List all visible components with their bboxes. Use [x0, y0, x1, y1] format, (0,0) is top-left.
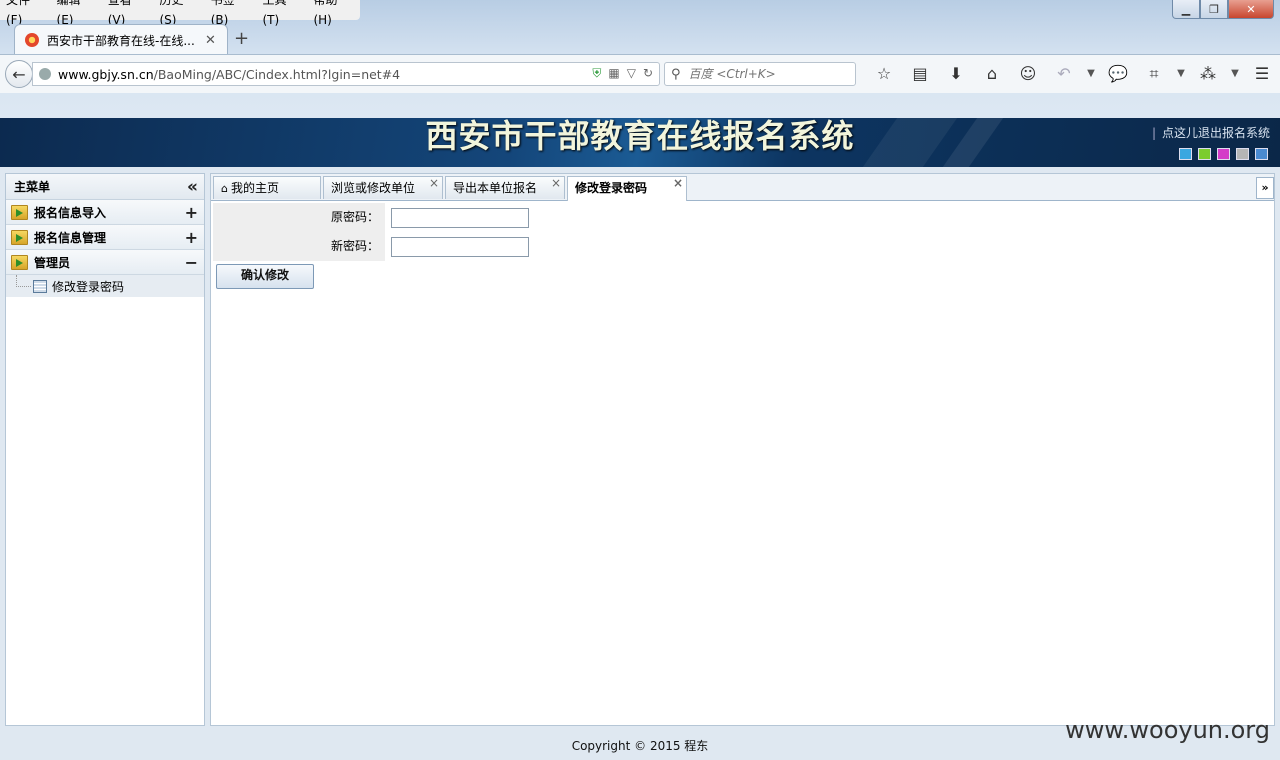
expand-plus-icon[interactable]: + [185, 228, 198, 247]
new-password-label: 新密码： [213, 232, 385, 261]
close-tab-icon[interactable]: × [673, 172, 683, 194]
tab-label: 修改登录密码 [575, 181, 648, 195]
translate-dropdown-icon[interactable]: ▼ [1226, 64, 1244, 84]
collapse-minus-icon[interactable]: − [185, 253, 198, 272]
close-tab-icon[interactable]: × [551, 172, 561, 194]
maximize-icon[interactable]: ❐ [1200, 0, 1228, 19]
url-text[interactable]: www.gbjy.sn.cn/BaoMing/ABC/Cindex.html?l… [58, 67, 400, 82]
form-cell [385, 232, 531, 261]
crop-icon[interactable]: ⌗ [1136, 64, 1172, 84]
browser-menubar: 文件(F) 编辑(E) 查看(V) 历史(S) 书签(B) 工具(T) 帮助(H… [0, 0, 360, 27]
main-content: ⌂ 我的主页 浏览或修改单位 × 导出本单位报名 × 修改登录密码 × » 原密码… [210, 173, 1275, 726]
password-form: 原密码： 新密码： [213, 203, 531, 261]
browser-tab-active[interactable]: 西安市干部教育在线-在线... ✕ [14, 24, 228, 55]
form-row-new-password: 新密码： [213, 232, 531, 261]
site-header: 西安市干部教育在线报名系统 | 点这儿退出报名系统 [0, 118, 1280, 167]
sidebar-item-change-password[interactable]: 修改登录密码 [6, 275, 204, 297]
tree-connector [16, 275, 31, 287]
globe-icon [39, 68, 51, 80]
close-tab-icon[interactable]: ✕ [205, 33, 216, 48]
minimize-icon[interactable]: ▁ [1172, 0, 1200, 19]
folder-arrow-icon [11, 254, 28, 270]
close-tab-icon[interactable]: × [429, 172, 439, 194]
sidebar-group-label: 报名信息管理 [34, 230, 107, 245]
bookmark-star-icon[interactable]: ☆ [866, 64, 902, 84]
reload-icon[interactable]: ↻ [643, 66, 653, 81]
old-password-input[interactable] [391, 207, 529, 228]
folder-arrow-icon [11, 204, 28, 220]
search-bar[interactable]: ⚲ [664, 62, 856, 86]
confirm-change-button[interactable]: 确认修改 [216, 264, 314, 289]
crop-dropdown-icon[interactable]: ▼ [1172, 64, 1190, 84]
search-icon: ⚲ [671, 66, 681, 82]
site-favicon-icon [25, 33, 39, 47]
tabs-dropdown-icon[interactable]: » [1256, 177, 1274, 199]
download-icon[interactable]: ⬇ [938, 64, 974, 84]
url-bar[interactable]: www.gbjy.sn.cn/BaoMing/ABC/Cindex.html?l… [32, 62, 660, 86]
separator: | [1151, 126, 1156, 140]
hamburger-menu-icon[interactable]: ☰ [1244, 64, 1280, 84]
tab-export[interactable]: 导出本单位报名 × [445, 176, 565, 199]
tab-label: 我的主页 [230, 181, 279, 195]
url-host: www.gbjy.sn.cn [58, 66, 154, 82]
logout-link[interactable]: 点这儿退出报名系统 [1162, 126, 1270, 140]
sidebar-group-import[interactable]: 报名信息导入 + [6, 200, 204, 225]
window-controls: ▁ ❐ ✕ [1172, 0, 1274, 19]
home-icon[interactable]: ⌂ [974, 64, 1010, 84]
undo-icon[interactable]: ↶ [1046, 64, 1082, 84]
browser-tabbar: 西安市干部教育在线-在线... ✕ + [0, 24, 1280, 55]
tab-home[interactable]: ⌂ 我的主页 [213, 176, 321, 199]
search-input[interactable] [686, 66, 841, 82]
tab-label: 浏览或修改单位 [331, 181, 416, 195]
theme-swatch-pink[interactable] [1217, 148, 1230, 160]
sidebar-group-label: 报名信息导入 [34, 205, 107, 220]
logout-link-wrap: | 点这儿退出报名系统 [1152, 124, 1270, 141]
form-cell [385, 203, 531, 232]
collapse-double-left-icon[interactable]: « [187, 178, 198, 195]
tab-label: 导出本单位报名 [453, 181, 538, 195]
sidebar-item-label: 修改登录密码 [52, 279, 125, 294]
sidebar-title: 主菜单 [14, 180, 51, 194]
content-tabs: ⌂ 我的主页 浏览或修改单位 × 导出本单位报名 × 修改登录密码 × » [211, 174, 1274, 201]
chat-bubble-icon[interactable]: 💬 [1100, 64, 1136, 84]
sidebar-group-label: 管理员 [34, 255, 71, 270]
url-path: /BaoMing/ABC/Cindex.html?lgin=net#4 [153, 66, 401, 82]
home-icon: ⌂ [221, 182, 228, 195]
close-window-icon[interactable]: ✕ [1228, 0, 1274, 19]
tab-change-password[interactable]: 修改登录密码 × [567, 176, 687, 201]
browser-tab-title: 西安市干部教育在线-在线... [47, 33, 195, 48]
new-password-input[interactable] [391, 236, 529, 257]
sidebar-header: 主菜单 « [6, 174, 204, 200]
expand-plus-icon[interactable]: + [185, 203, 198, 222]
shield-icon[interactable]: ⛨ [592, 66, 601, 81]
folder-arrow-icon [11, 229, 28, 245]
back-arrow-icon[interactable]: ← [5, 60, 33, 88]
page-title: 西安市干部教育在线报名系统 [425, 118, 855, 155]
grid-table-icon [33, 279, 47, 293]
browser-navbar: ← www.gbjy.sn.cn/BaoMing/ABC/Cindex.html… [0, 54, 1280, 93]
theme-switcher [1179, 148, 1268, 160]
dropdown-arrow-icon[interactable]: ▽ [627, 66, 636, 81]
smiley-icon[interactable]: ☺ [1010, 64, 1046, 84]
reading-list-icon[interactable]: ▤ [902, 64, 938, 84]
sidebar: 主菜单 « 报名信息导入 + 报名信息管理 + 管理员 − 修改登录密码 [5, 173, 205, 726]
undo-dropdown-icon[interactable]: ▼ [1082, 64, 1100, 84]
qr-code-icon[interactable]: ▦ [608, 66, 619, 81]
browser-toolbar: ☆ ▤ ⬇ ⌂ ☺ ↶ ▼ 💬 ⌗ ▼ ⁂ ▼ ☰ [866, 64, 1280, 84]
watermark: www.wooyun.org [1065, 716, 1270, 744]
theme-swatch-chart[interactable] [1255, 148, 1268, 160]
new-tab-icon[interactable]: + [234, 28, 249, 49]
sidebar-group-admin[interactable]: 管理员 − [6, 250, 204, 275]
theme-swatch-blue[interactable] [1179, 148, 1192, 160]
form-row-old-password: 原密码： [213, 203, 531, 232]
sidebar-group-manage[interactable]: 报名信息管理 + [6, 225, 204, 250]
tab-browse-units[interactable]: 浏览或修改单位 × [323, 176, 443, 199]
url-bar-icons: ⛨ ▦ ▽ ↻ [592, 66, 653, 81]
theme-swatch-green[interactable] [1198, 148, 1211, 160]
browser-chrome: 文件(F) 编辑(E) 查看(V) 历史(S) 书签(B) 工具(T) 帮助(H… [0, 0, 1280, 118]
theme-swatch-gray[interactable] [1236, 148, 1249, 160]
old-password-label: 原密码： [213, 203, 385, 232]
translate-icon[interactable]: ⁂ [1190, 64, 1226, 84]
